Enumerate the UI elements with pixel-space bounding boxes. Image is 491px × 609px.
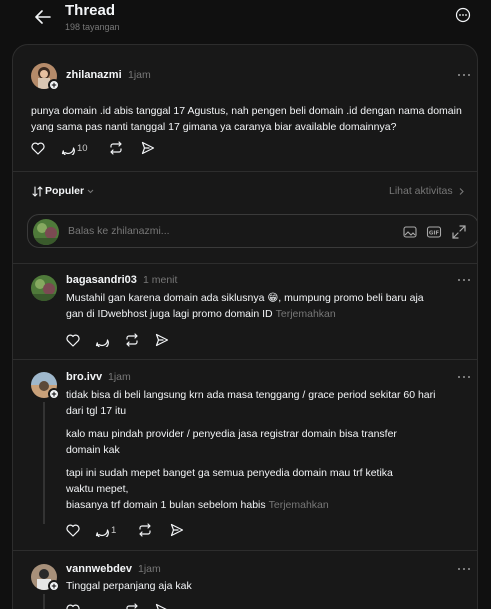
divider (13, 359, 477, 360)
repost-icon (110, 141, 122, 155)
reply-button[interactable]: 10 (61, 140, 88, 156)
heart-icon (66, 334, 80, 347)
reply-button[interactable] (95, 332, 109, 348)
thread-line (43, 402, 45, 524)
comment-icon (95, 603, 109, 609)
reply-username[interactable]: vannwebdev (66, 563, 132, 575)
repost-button[interactable] (125, 602, 139, 609)
follow-plus-icon[interactable]: + (48, 580, 60, 592)
like-button[interactable] (66, 602, 80, 609)
divider (13, 171, 477, 172)
thread-line (43, 594, 45, 609)
heart-icon (66, 524, 80, 537)
reply-text-line: tidak bisa di beli langsung krn ada masa… (66, 389, 436, 401)
like-button[interactable] (31, 140, 45, 156)
repost-button[interactable] (125, 332, 139, 348)
heart-icon (31, 142, 45, 155)
share-button[interactable] (141, 140, 155, 156)
reply-more-icon[interactable] (457, 372, 473, 382)
gif-icon[interactable]: GIF (426, 224, 442, 240)
divider (13, 263, 477, 264)
send-icon (170, 523, 184, 537)
chevron-right-icon (459, 187, 464, 195)
reply-count: 1 (111, 524, 117, 536)
activity-label: Lihat aktivitas (389, 185, 453, 197)
heart-icon (66, 604, 80, 609)
reply-text-line: tapi ini sudah mepet banget ga semua pen… (66, 467, 393, 479)
reply-text-line: waktu mepet, (66, 483, 129, 495)
translate-link[interactable]: Terjemahkan (269, 499, 329, 511)
reply-count: 10 (77, 142, 88, 154)
reply-more-icon[interactable] (457, 564, 473, 574)
send-icon (155, 333, 169, 347)
comment-icon (61, 147, 75, 155)
share-button[interactable] (170, 522, 184, 538)
post-more-icon[interactable] (457, 70, 473, 80)
reply-text-line: domain kak (66, 444, 120, 456)
reply-text: Mustahil gan karena domain ada siklusnya… (66, 290, 476, 322)
repost-button[interactable] (109, 140, 123, 156)
top-bar: Thread 198 tayangan (0, 0, 491, 44)
post-time: 1jam (128, 69, 151, 81)
reply-text-line: biasanya trf domain 1 bulan sebelom habi… (66, 499, 329, 511)
reply-text: Tinggal perpanjang aja kak (66, 580, 192, 592)
svg-text:GIF: GIF (429, 231, 440, 237)
avatar (33, 219, 59, 245)
like-button[interactable] (66, 522, 80, 538)
share-button[interactable] (155, 332, 169, 348)
follow-plus-icon[interactable]: + (48, 388, 60, 400)
back-arrow-icon[interactable] (32, 6, 54, 28)
post-text: punya domain .id abis tanggal 17 Agustus… (31, 105, 462, 133)
reply-text-line: kalo mau pindah provider / penyedia jasa… (66, 428, 397, 440)
share-button[interactable] (155, 602, 169, 609)
translate-link[interactable]: Terjemahkan (276, 308, 336, 320)
view-count: 198 tayangan (65, 22, 120, 32)
reply-time: 1 menit (143, 274, 178, 286)
reply-time: 1jam (108, 371, 131, 383)
chevron-down-icon (87, 189, 94, 193)
reply-username[interactable]: bagasandri03 (66, 274, 137, 286)
reply-input[interactable]: Balas ke zhilanazmi... (68, 225, 170, 237)
reply-composer[interactable]: Balas ke zhilanazmi... GIF (27, 214, 477, 248)
sort-label: Populer (45, 185, 85, 197)
expand-icon[interactable] (451, 224, 467, 240)
reply-text-line: dari tgl 17 itu (66, 405, 127, 417)
divider (13, 550, 477, 551)
follow-plus-icon[interactable]: + (48, 79, 60, 91)
reply-text-line: gan di IDwebhost juga lagi promo domain … (66, 308, 336, 320)
thread-panel: + zhilanazmi 1jam punya domain .id abis … (12, 44, 478, 609)
reply-text: tidak bisa di beli langsung krn ada masa… (66, 387, 476, 513)
repost-icon (126, 603, 138, 609)
more-options-icon[interactable] (455, 7, 475, 27)
comment-icon (95, 339, 109, 347)
send-icon (155, 603, 167, 609)
image-icon[interactable] (402, 224, 418, 240)
like-button[interactable] (66, 332, 80, 348)
send-icon (141, 141, 155, 155)
reply-time: 1jam (138, 563, 161, 575)
repost-icon (139, 523, 151, 537)
sort-icon (32, 185, 43, 197)
post-username[interactable]: zhilanazmi (66, 69, 122, 81)
sort-dropdown[interactable]: Populer (32, 185, 95, 197)
repost-icon (126, 333, 138, 347)
repost-button[interactable] (138, 522, 152, 538)
reply-button[interactable] (95, 602, 109, 609)
comment-icon (95, 529, 109, 537)
avatar[interactable] (31, 275, 57, 301)
reply-button[interactable]: 1 (95, 522, 116, 538)
view-activity-link[interactable]: Lihat aktivitas (389, 185, 465, 197)
reply-text-line: Mustahil gan karena domain ada siklusnya… (66, 292, 424, 304)
reply-more-icon[interactable] (457, 275, 473, 285)
page-title: Thread (65, 2, 116, 19)
reply-username[interactable]: bro.ivv (66, 371, 102, 383)
